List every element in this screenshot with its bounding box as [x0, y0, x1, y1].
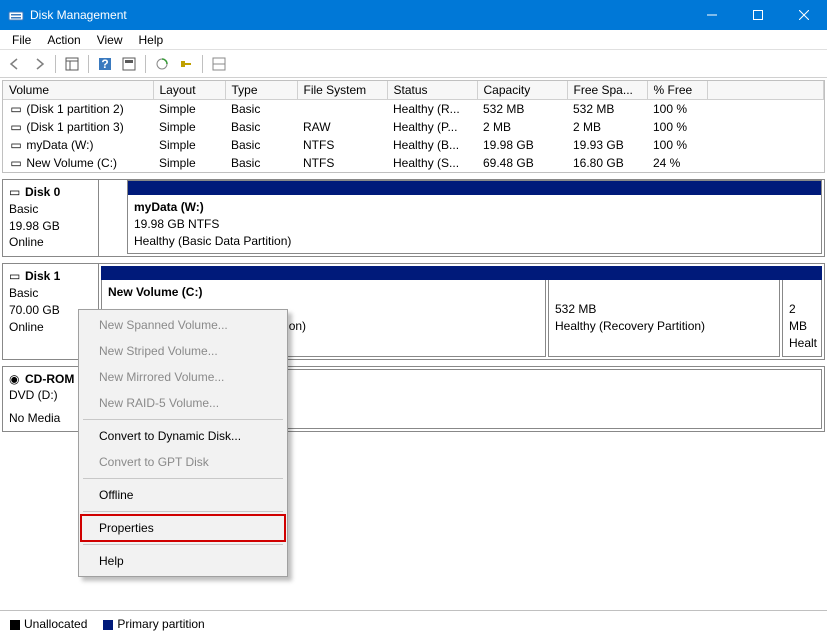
disk-0-size: 19.98 GB — [9, 218, 92, 235]
volume-icon: ▭ — [9, 120, 23, 134]
back-button[interactable] — [4, 53, 26, 75]
col-type[interactable]: Type — [225, 81, 297, 100]
table-row[interactable]: ▭ (Disk 1 partition 3)SimpleBasicRAWHeal… — [3, 118, 824, 136]
rescan-button[interactable] — [151, 53, 173, 75]
disk-0-type: Basic — [9, 201, 92, 218]
primary-partition-swatch — [103, 620, 113, 630]
ctx-help[interactable]: Help — [81, 548, 285, 574]
disk-1-type: Basic — [9, 285, 92, 302]
legend-unallocated: Unallocated — [10, 617, 87, 631]
separator — [83, 544, 283, 545]
ctx-convert-dynamic[interactable]: Convert to Dynamic Disk... — [81, 423, 285, 449]
table-row[interactable]: ▭ myData (W:)SimpleBasicNTFSHealthy (B..… — [3, 136, 824, 154]
maximize-button[interactable] — [735, 0, 781, 30]
ctx-new-raid5: New RAID-5 Volume... — [81, 390, 285, 416]
unallocated-swatch — [10, 620, 20, 630]
col-volume[interactable]: Volume — [3, 81, 153, 100]
disk-icon: ▭ — [9, 184, 23, 201]
partition-size: 2 MB — [789, 301, 815, 335]
toolbar: ? — [0, 50, 827, 78]
cdrom-name: CD-ROM — [25, 372, 74, 386]
partition-status: Healthy (Basic Data Partition) — [134, 233, 815, 250]
app-icon — [8, 7, 24, 23]
col-capacity[interactable]: Capacity — [477, 81, 567, 100]
ctx-convert-gpt: Convert to GPT Disk — [81, 449, 285, 475]
close-button[interactable] — [781, 0, 827, 30]
refresh-button[interactable] — [118, 53, 140, 75]
table-row[interactable]: ▭ New Volume (C:)SimpleBasicNTFSHealthy … — [3, 154, 824, 172]
separator — [88, 55, 89, 73]
svg-text:?: ? — [101, 57, 108, 71]
disk-0-partition-0[interactable]: myData (W:) 19.98 GB NTFS Healthy (Basic… — [128, 195, 821, 253]
settings-button[interactable] — [175, 53, 197, 75]
titlebar: Disk Management — [0, 0, 827, 30]
col-layout[interactable]: Layout — [153, 81, 225, 100]
col-pct-free[interactable]: % Free — [647, 81, 707, 100]
menu-view[interactable]: View — [89, 31, 131, 49]
menu-help[interactable]: Help — [131, 31, 172, 49]
ctx-new-mirrored: New Mirrored Volume... — [81, 364, 285, 390]
ctx-properties[interactable]: Properties — [81, 515, 285, 541]
partition-status: Healthy (Recovery Partition) — [555, 318, 773, 335]
table-header-row: Volume Layout Type File System Status Ca… — [3, 81, 824, 100]
separator — [55, 55, 56, 73]
disk-0-label[interactable]: ▭Disk 0 Basic 19.98 GB Online — [3, 180, 99, 256]
disk-0[interactable]: ▭Disk 0 Basic 19.98 GB Online myData (W:… — [2, 179, 825, 257]
partition-status: Healt — [789, 335, 815, 352]
table-row[interactable]: ▭ (Disk 1 partition 2)SimpleBasicHealthy… — [3, 100, 824, 119]
volume-icon: ▭ — [9, 138, 23, 152]
disk-1-partition-2[interactable]: 2 MB Healt — [782, 280, 822, 356]
disk-1-partition-1[interactable]: 532 MB Healthy (Recovery Partition) — [548, 280, 780, 356]
col-spacer — [707, 81, 824, 100]
disk-1-name: Disk 1 — [25, 269, 60, 283]
show-hide-tree-button[interactable] — [61, 53, 83, 75]
help-button[interactable]: ? — [94, 53, 116, 75]
partition-size: 19.98 GB NTFS — [134, 216, 815, 233]
volume-icon: ▭ — [9, 102, 23, 116]
separator — [145, 55, 146, 73]
separator — [83, 478, 283, 479]
col-filesystem[interactable]: File System — [297, 81, 387, 100]
partition-size: 532 MB — [555, 301, 773, 318]
cdrom-icon: ◉ — [9, 371, 23, 388]
partition-header-bar — [128, 181, 821, 195]
col-free-space[interactable]: Free Spa... — [567, 81, 647, 100]
legend-primary: Primary partition — [103, 617, 204, 631]
legend: Unallocated Primary partition — [0, 610, 827, 637]
disk-icon: ▭ — [9, 268, 23, 285]
volume-table: Volume Layout Type File System Status Ca… — [2, 80, 825, 173]
ctx-new-striped: New Striped Volume... — [81, 338, 285, 364]
ctx-offline[interactable]: Offline — [81, 482, 285, 508]
separator — [83, 511, 283, 512]
menu-action[interactable]: Action — [39, 31, 88, 49]
menu-file[interactable]: File — [4, 31, 39, 49]
forward-button[interactable] — [28, 53, 50, 75]
partition-header-bar — [101, 266, 822, 280]
separator — [83, 419, 283, 420]
col-status[interactable]: Status — [387, 81, 477, 100]
menubar: File Action View Help — [0, 30, 827, 50]
partition-name: myData (W:) — [134, 199, 815, 216]
disk-0-state: Online — [9, 234, 92, 251]
partition-name: New Volume (C:) — [108, 284, 539, 301]
window-title: Disk Management — [30, 8, 689, 22]
ctx-new-spanned: New Spanned Volume... — [81, 312, 285, 338]
volume-icon: ▭ — [9, 156, 23, 170]
separator — [202, 55, 203, 73]
disk-0-name: Disk 0 — [25, 185, 60, 199]
minimize-button[interactable] — [689, 0, 735, 30]
context-menu: New Spanned Volume... New Striped Volume… — [78, 309, 288, 577]
layout-button[interactable] — [208, 53, 230, 75]
